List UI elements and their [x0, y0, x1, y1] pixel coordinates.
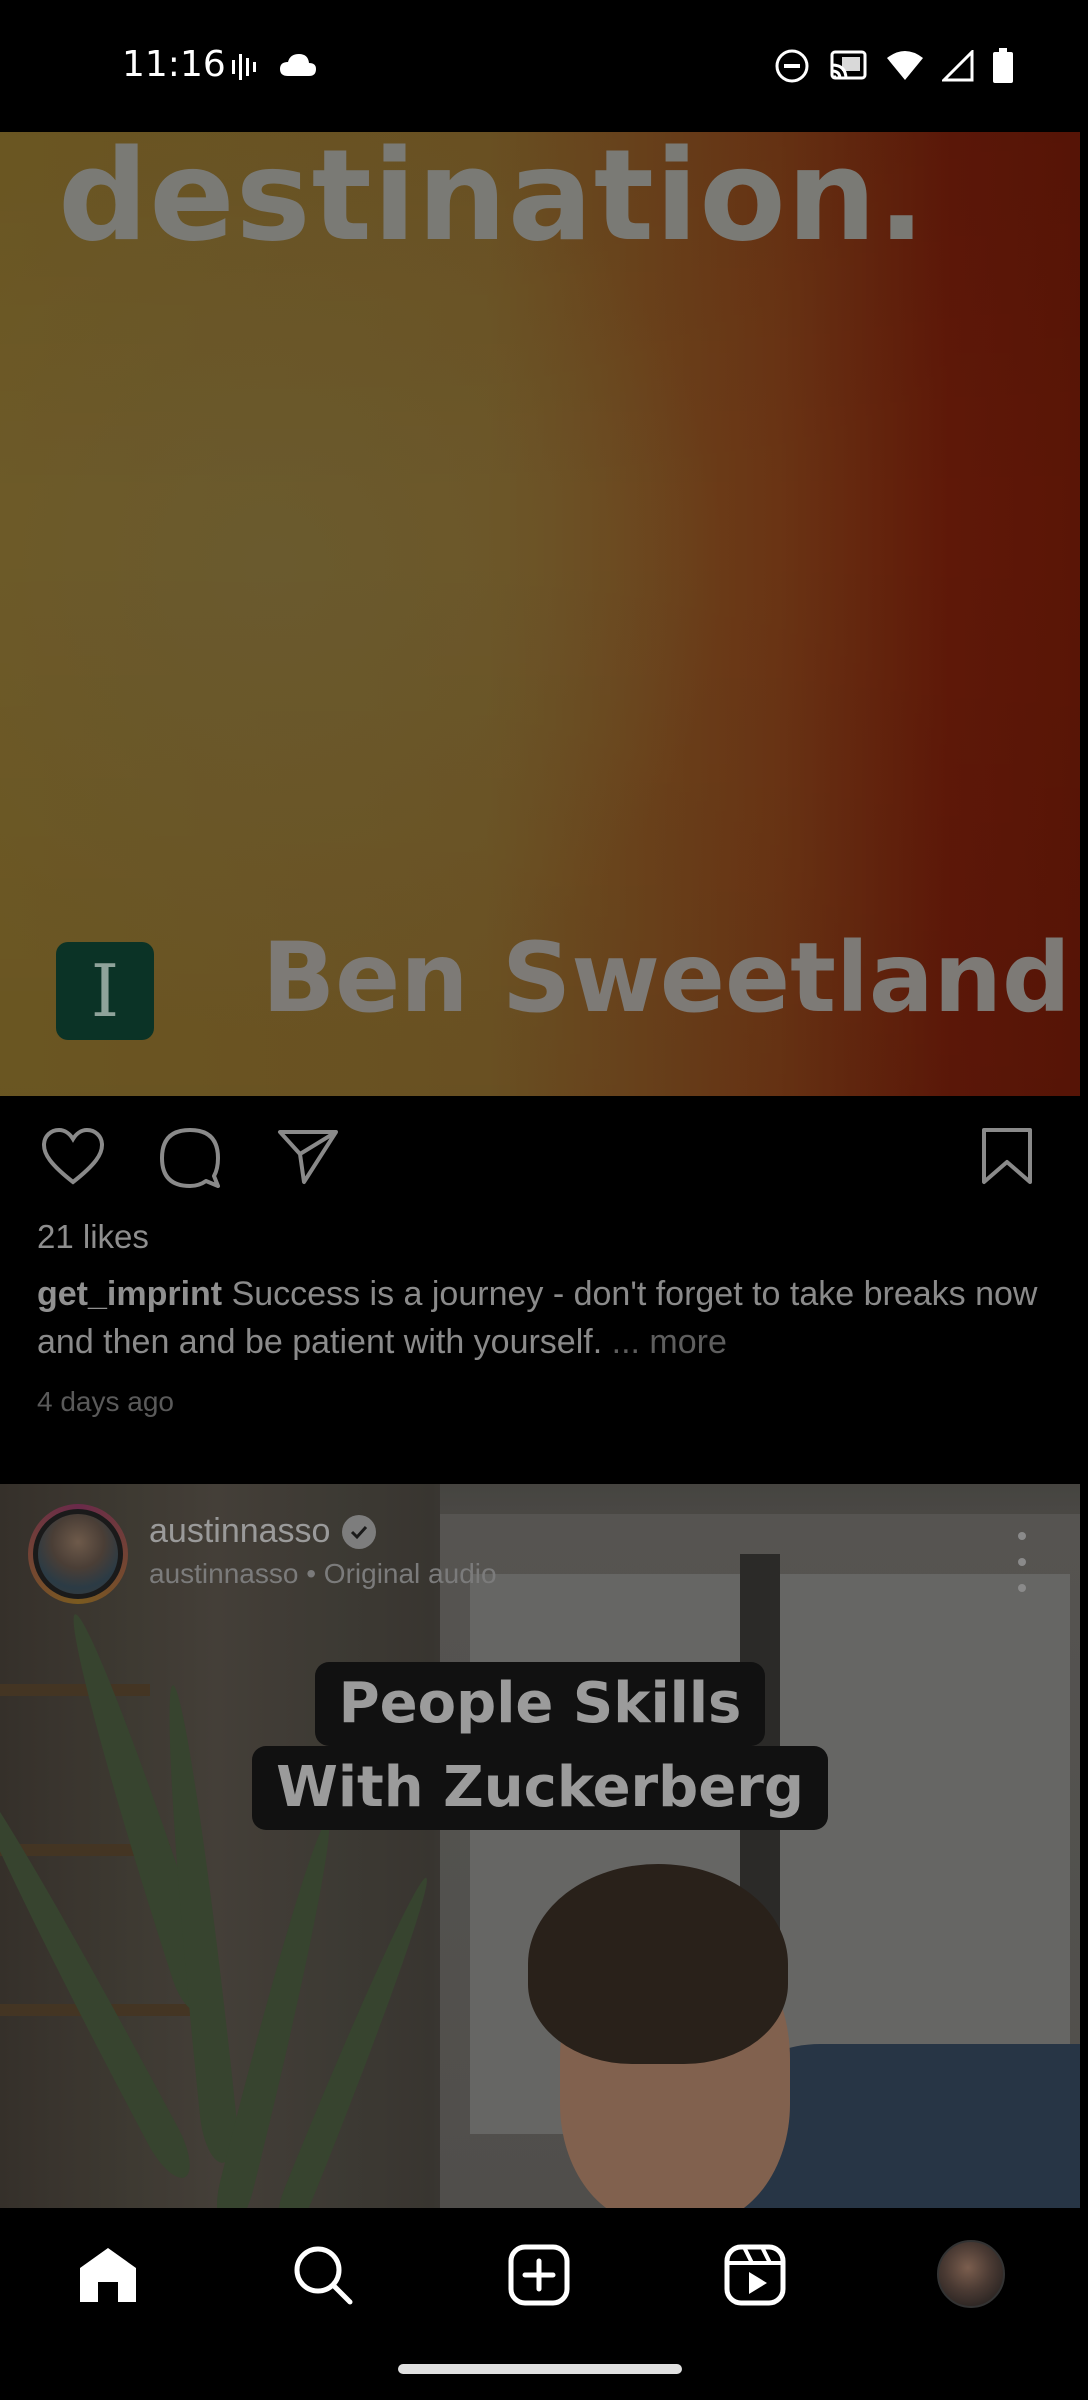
like-heart-icon[interactable] [40, 1126, 106, 1188]
comment-icon[interactable] [158, 1126, 222, 1190]
bottom-nav [0, 2208, 1088, 2338]
post-media-image[interactable]: destination. I Ben Sweetland [0, 132, 1080, 1096]
home-indicator[interactable] [398, 2364, 682, 2374]
imprint-logo: I [56, 942, 154, 1040]
reel-title-line-2: With Zuckerberg [252, 1746, 828, 1830]
reel-title: People Skills With Zuckerberg [0, 1662, 1080, 1830]
do-not-disturb-icon [775, 49, 809, 83]
likes-count[interactable]: 21 likes [37, 1218, 149, 1256]
status-time: 11:16 [122, 44, 226, 85]
reel-header: austinnasso austinnasso • Original audio [0, 1484, 1088, 1604]
reel-title-line-1: People Skills [314, 1662, 766, 1746]
share-send-icon[interactable] [276, 1126, 340, 1186]
battery-icon [993, 48, 1013, 83]
post-timestamp: 4 days ago [37, 1386, 174, 1417]
reel-username[interactable]: austinnasso [149, 1512, 330, 1551]
voicemail-icon [232, 54, 256, 80]
reel-audio-info[interactable]: austinnasso • Original audio [149, 1558, 497, 1590]
caption-username[interactable]: get_imprint [37, 1275, 222, 1313]
media-author: Ben Sweetland [262, 922, 1071, 1034]
verified-badge-icon [342, 1514, 377, 1549]
profile-avatar[interactable] [937, 2240, 1005, 2308]
post-caption: get_imprint Success is a journey - don't… [37, 1270, 1057, 1366]
search-icon[interactable] [292, 2244, 354, 2306]
wifi-icon [887, 51, 923, 80]
status-bar: 11:16 [0, 0, 1088, 132]
signal-icon [942, 50, 974, 82]
cast-icon [830, 50, 867, 80]
cloud-icon [280, 54, 316, 76]
more-options-icon[interactable] [1012, 1532, 1032, 1592]
caption-more-link[interactable]: ... more [612, 1323, 727, 1361]
reel-author-avatar[interactable] [28, 1504, 128, 1604]
media-headline: destination. [58, 132, 927, 269]
home-icon[interactable] [76, 2244, 140, 2304]
post-actions [0, 1110, 1088, 1200]
reels-icon[interactable] [724, 2244, 786, 2306]
create-icon[interactable] [508, 2244, 570, 2306]
reel-username-row[interactable]: austinnasso [149, 1512, 377, 1551]
bookmark-icon[interactable] [980, 1126, 1034, 1186]
